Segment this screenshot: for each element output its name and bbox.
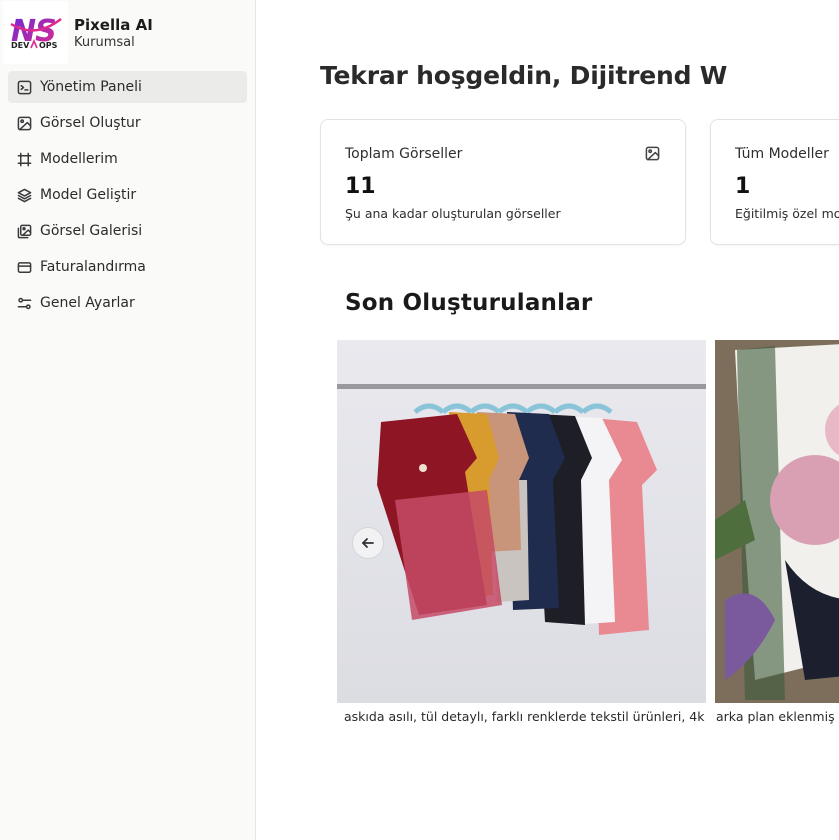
sidebar-item-label: Modellerim (40, 151, 118, 167)
recent-image-card[interactable]: arka plan eklenmiş c (715, 340, 839, 740)
brand-subtitle: Kurumsal (74, 35, 135, 50)
layers-icon (16, 187, 32, 203)
generated-image-floral-bag[interactable] (715, 340, 839, 703)
sidebar-item-label: Model Geliştir (40, 187, 137, 203)
sidebar-item-gorsel-galerisi[interactable]: Görsel Galerisi (8, 215, 247, 247)
sidebar-item-gorsel-olustur[interactable]: Görsel Oluştur (8, 107, 247, 139)
page-title: Tekrar hoşgeldin, Dijitrend W (320, 61, 728, 90)
stat-card-title: Toplam Görseller (345, 146, 463, 162)
recent-section-title: Son Oluşturulanlar (345, 290, 593, 316)
ns-devops-logo: NS DEV OPS (3, 1, 68, 64)
settings-sliders-icon (16, 295, 32, 311)
image-icon (645, 146, 661, 162)
arrow-left-icon (361, 536, 375, 550)
sidebar-item-model-gelistir[interactable]: Model Geliştir (8, 179, 247, 211)
sidebar-item-label: Genel Ayarlar (40, 295, 135, 311)
images-icon (16, 223, 32, 239)
sidebar-item-yonetim-paneli[interactable]: Yönetim Paneli (8, 71, 247, 103)
svg-text:DEV: DEV (11, 41, 30, 50)
stat-card-description: Şu ana kadar oluşturulan görseller (345, 206, 561, 221)
sidebar-item-label: Yönetim Paneli (40, 79, 142, 95)
stat-card-description: Eğitilmiş özel mod (735, 206, 839, 221)
sidebar-nav: Yönetim Paneli Görsel Oluştur Modellerim… (8, 71, 247, 323)
sidebar-item-genel-ayarlar[interactable]: Genel Ayarlar (8, 287, 247, 319)
stat-card-all-models: Tüm Modeller 1 Eğitilmiş özel mod (710, 119, 839, 245)
hash-icon (16, 151, 32, 167)
image-caption: arka plan eklenmiş c (716, 709, 839, 724)
sidebar: NS DEV OPS Pixella AI Kurumsal Yönetim P… (0, 0, 256, 840)
sidebar-item-label: Görsel Oluştur (40, 115, 141, 131)
stat-card-value: 1 (735, 174, 751, 199)
recent-images-carousel: askıda asılı, tül detaylı, farklı renkle… (337, 340, 839, 740)
image-caption: askıda asılı, tül detaylı, farklı renkle… (344, 709, 705, 724)
recent-image-card[interactable]: askıda asılı, tül detaylı, farklı renkle… (337, 340, 706, 740)
sidebar-item-modellerim[interactable]: Modellerim (8, 143, 247, 175)
terminal-square-icon (16, 79, 32, 95)
stat-card-value: 11 (345, 174, 376, 199)
carousel-prev-button[interactable] (352, 527, 384, 559)
image-icon (16, 115, 32, 131)
main-content: Tekrar hoşgeldin, Dijitrend W Toplam Gör… (257, 0, 839, 840)
svg-text:OPS: OPS (39, 41, 58, 50)
sidebar-item-label: Görsel Galerisi (40, 223, 143, 239)
brand-name: Pixella AI (74, 16, 153, 34)
stat-card-total-images: Toplam Görseller 11 Şu ana kadar oluştur… (320, 119, 686, 245)
credit-card-icon (16, 259, 32, 275)
generated-image-clothes-rack[interactable] (337, 340, 706, 703)
sidebar-item-faturalandirma[interactable]: Faturalandırma (8, 251, 247, 283)
brand-header[interactable]: NS DEV OPS Pixella AI Kurumsal (0, 0, 256, 64)
stat-card-title: Tüm Modeller (735, 146, 829, 162)
sidebar-item-label: Faturalandırma (40, 259, 146, 275)
